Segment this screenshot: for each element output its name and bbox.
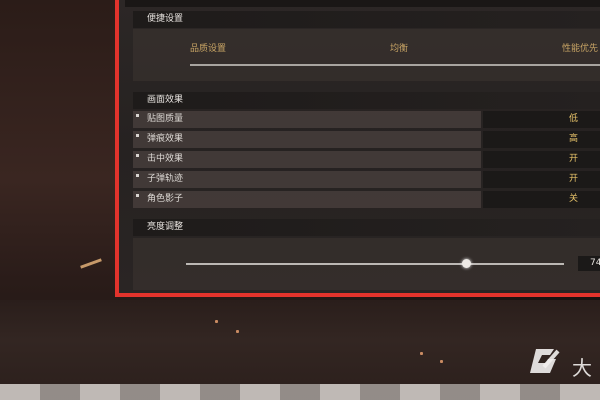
setting-label: 子弹轨迹 <box>133 171 481 188</box>
brightness-slider-track[interactable] <box>186 263 564 265</box>
background-speck <box>215 320 218 323</box>
brightness-slider-handle[interactable] <box>461 259 471 268</box>
background-speck <box>236 330 239 333</box>
setting-value: 关 <box>569 194 579 204</box>
section-header-quick-settings: 便捷设置 <box>133 11 600 28</box>
background-speck <box>420 352 423 355</box>
setting-value-selector[interactable]: 开 <box>483 171 600 188</box>
setting-row-bullet-hole-effect[interactable]: 弹痕效果 高 <box>133 131 600 148</box>
brightness-value: 74 <box>578 256 600 271</box>
preset-quality[interactable]: 品质设置 <box>190 41 226 54</box>
watermark-text: 大 <box>572 356 592 380</box>
setting-value-selector[interactable]: 开 <box>483 151 600 168</box>
preset-slider-track[interactable] <box>190 64 600 66</box>
section-header-graphics-effects: 画面效果 <box>133 92 600 109</box>
setting-value-selector[interactable]: 关 <box>483 191 600 208</box>
setting-value: 高 <box>569 134 579 144</box>
setting-row-texture-quality[interactable]: 贴图质量 低 <box>133 111 600 128</box>
setting-label: 贴图质量 <box>133 111 481 128</box>
setting-label: 角色影子 <box>133 191 481 208</box>
top-bar <box>125 0 600 7</box>
quick-settings-body <box>133 29 600 81</box>
setting-row-hit-effect[interactable]: 击中效果 开 <box>133 151 600 168</box>
setting-value: 开 <box>569 154 579 164</box>
setting-value: 开 <box>569 174 579 184</box>
setting-value-selector[interactable]: 低 <box>483 111 600 128</box>
background-speck <box>440 360 443 363</box>
preset-performance[interactable]: 性能优先 <box>562 41 598 54</box>
section-header-brightness: 亮度调整 <box>133 219 600 236</box>
site-logo-watermark: 大 <box>530 349 592 380</box>
setting-label: 弹痕效果 <box>133 131 481 148</box>
setting-value-selector[interactable]: 高 <box>483 131 600 148</box>
preset-balanced[interactable]: 均衡 <box>390 41 408 54</box>
setting-value: 低 <box>569 114 579 124</box>
bottom-strip <box>0 384 600 400</box>
setting-label: 击中效果 <box>133 151 481 168</box>
setting-row-character-shadow[interactable]: 角色影子 关 <box>133 191 600 208</box>
setting-row-bullet-trail[interactable]: 子弹轨迹 开 <box>133 171 600 188</box>
